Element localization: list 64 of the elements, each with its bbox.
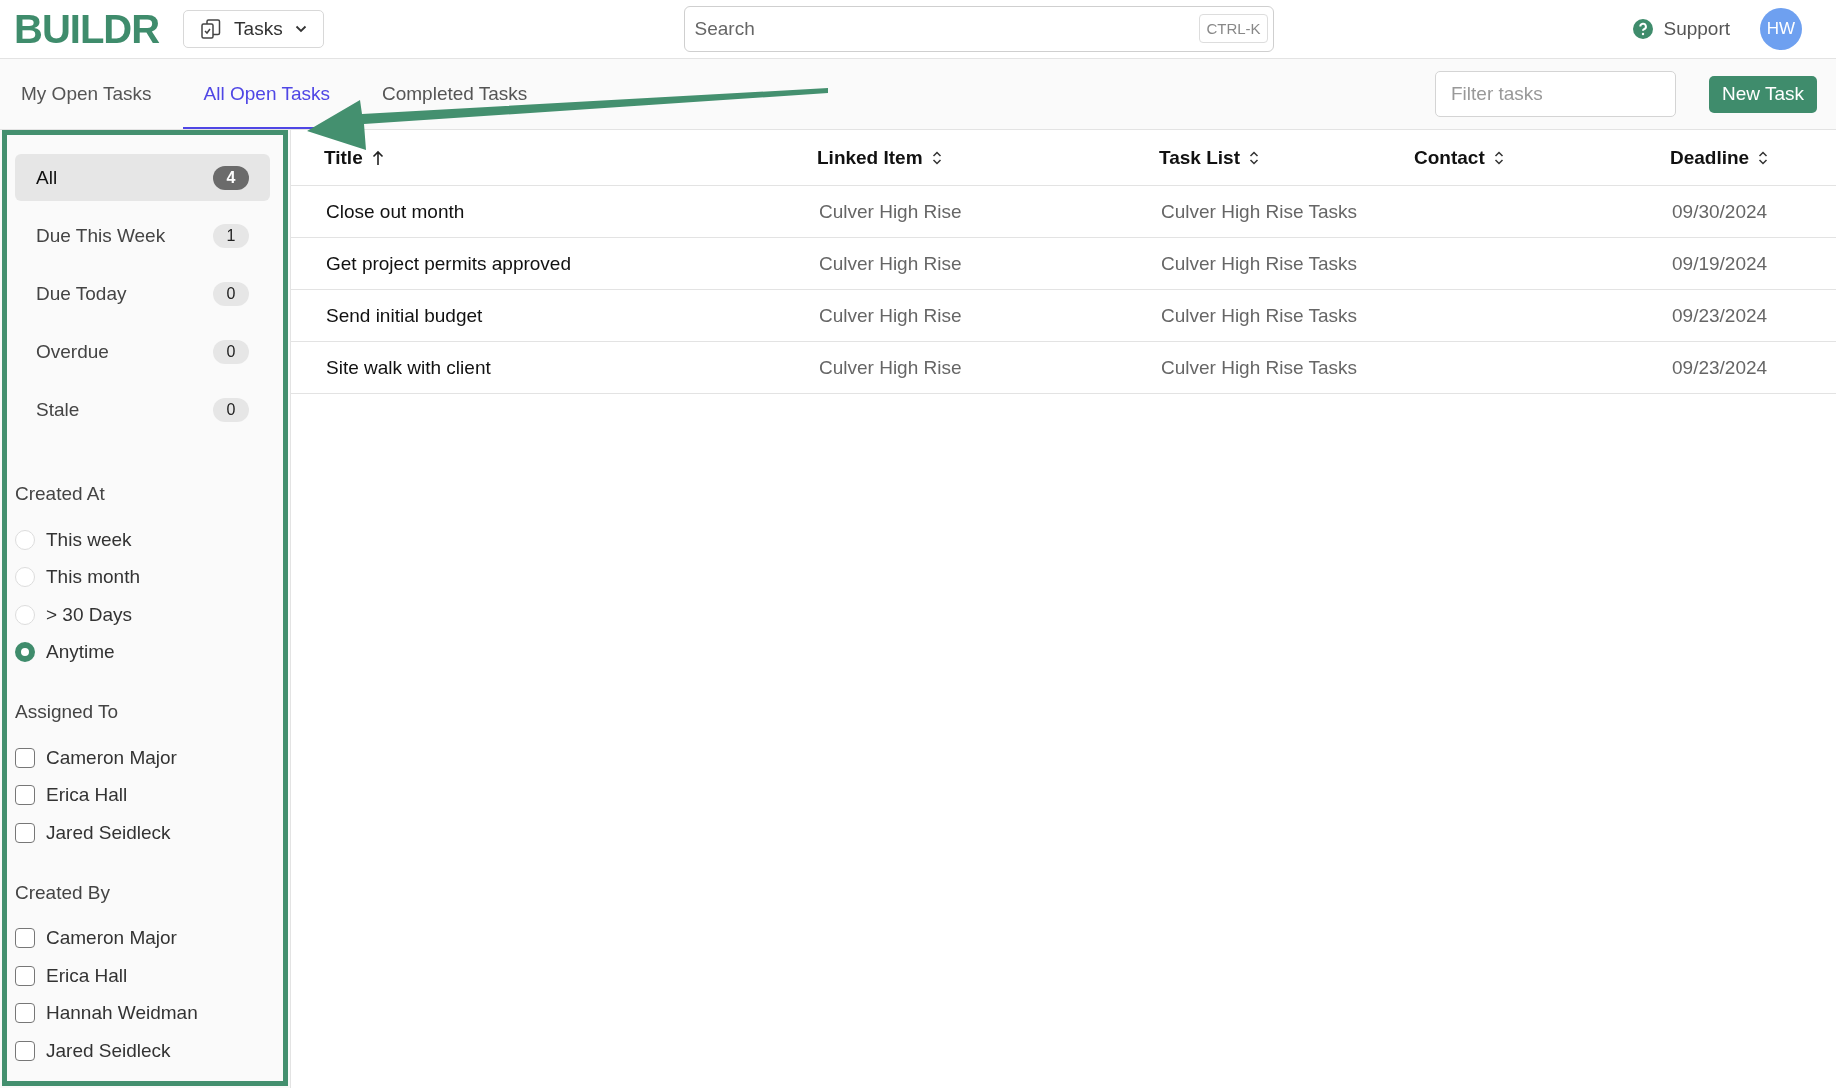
option-label: Cameron Major xyxy=(46,746,177,769)
checkbox[interactable] xyxy=(15,785,35,806)
table-cell-text: Culver High Rise Tasks xyxy=(1160,356,1359,379)
table-cell-text: Culver High Rise xyxy=(818,304,963,327)
tab[interactable]: My Open Tasks xyxy=(0,59,173,129)
count-badge: 0 xyxy=(213,397,249,422)
module-dropdown[interactable]: Tasks xyxy=(183,10,324,48)
table-cell-text: Culver High Rise xyxy=(818,252,963,275)
filter-heading: Created At xyxy=(15,483,106,505)
option-label: > 30 Days xyxy=(46,603,133,626)
option-label: Hannah Weidman xyxy=(46,1002,198,1025)
checkbox[interactable] xyxy=(15,1040,35,1061)
task-title[interactable]: Site walk with client xyxy=(291,356,784,379)
option-label: Erica Hall xyxy=(46,784,128,807)
view-filter-item[interactable]: Stale 0 xyxy=(15,386,270,433)
radio-button[interactable] xyxy=(15,642,35,663)
view-filter-item[interactable]: All 4 xyxy=(15,154,270,201)
column-header[interactable]: Task List xyxy=(1126,130,1381,185)
view-filter-item[interactable]: Due This Week 1 xyxy=(15,212,270,259)
table-cell-text: Culver High Rise Tasks xyxy=(1160,304,1359,327)
support-link[interactable]: Support xyxy=(1633,18,1730,40)
option-label: This week xyxy=(46,528,132,551)
tab[interactable]: Completed Tasks xyxy=(361,59,549,129)
filter-heading: Assigned To xyxy=(15,701,120,723)
count-badge: 0 xyxy=(213,281,249,306)
table-cell-text: Culver High Rise xyxy=(818,200,963,223)
task-title[interactable]: Send initial budget xyxy=(291,304,784,327)
checkbox[interactable] xyxy=(15,965,35,986)
view-filter-item[interactable]: Due Today 0 xyxy=(15,270,270,317)
checkbox[interactable] xyxy=(15,822,35,843)
shortcut-hint: CTRL-K xyxy=(1199,14,1268,43)
view-filter-item[interactable]: Overdue 0 xyxy=(15,328,270,375)
table-cell-text: 09/19/2024 xyxy=(1671,252,1769,275)
checkbox[interactable] xyxy=(15,1003,35,1024)
column-header[interactable]: Title xyxy=(291,130,784,185)
filter-heading: Created By xyxy=(15,881,112,904)
table-cell-text: 09/30/2024 xyxy=(1671,200,1769,223)
clipboards-icon xyxy=(200,17,223,41)
task-title[interactable]: Get project permits approved xyxy=(291,252,784,275)
count-badge: 1 xyxy=(213,223,249,248)
table-cell-text: 09/23/2024 xyxy=(1671,356,1769,379)
option-label: Cameron Major xyxy=(46,927,177,950)
count-badge: 0 xyxy=(213,339,249,364)
column-header[interactable]: Linked Item xyxy=(784,130,1126,185)
column-header[interactable]: Contact xyxy=(1381,130,1637,185)
table-cell-text: Culver High Rise xyxy=(818,356,963,379)
filter-field[interactable]: Filter tasks xyxy=(1435,71,1676,117)
table-cell-text: Culver High Rise Tasks xyxy=(1160,200,1359,223)
count-badge: 4 xyxy=(213,165,249,190)
table-cell-text: 09/23/2024 xyxy=(1671,304,1769,327)
option-label: Anytime xyxy=(46,641,115,664)
new-task-button[interactable]: New Task xyxy=(1709,75,1817,113)
column-header[interactable]: Deadline xyxy=(1637,130,1836,185)
option-label: Jared Seidleck xyxy=(46,1039,171,1062)
help-icon xyxy=(1633,19,1654,39)
table-cell-text: Culver High Rise Tasks xyxy=(1160,252,1359,275)
task-title[interactable]: Close out month xyxy=(291,200,784,223)
option-label: Erica Hall xyxy=(46,964,128,987)
option-label: Jared Seidleck xyxy=(46,821,171,844)
checkbox[interactable] xyxy=(15,928,35,949)
logo: BUILDR xyxy=(14,6,160,52)
chevron-down-icon xyxy=(294,25,307,33)
option-label: This month xyxy=(46,566,140,589)
checkbox[interactable] xyxy=(15,747,35,768)
